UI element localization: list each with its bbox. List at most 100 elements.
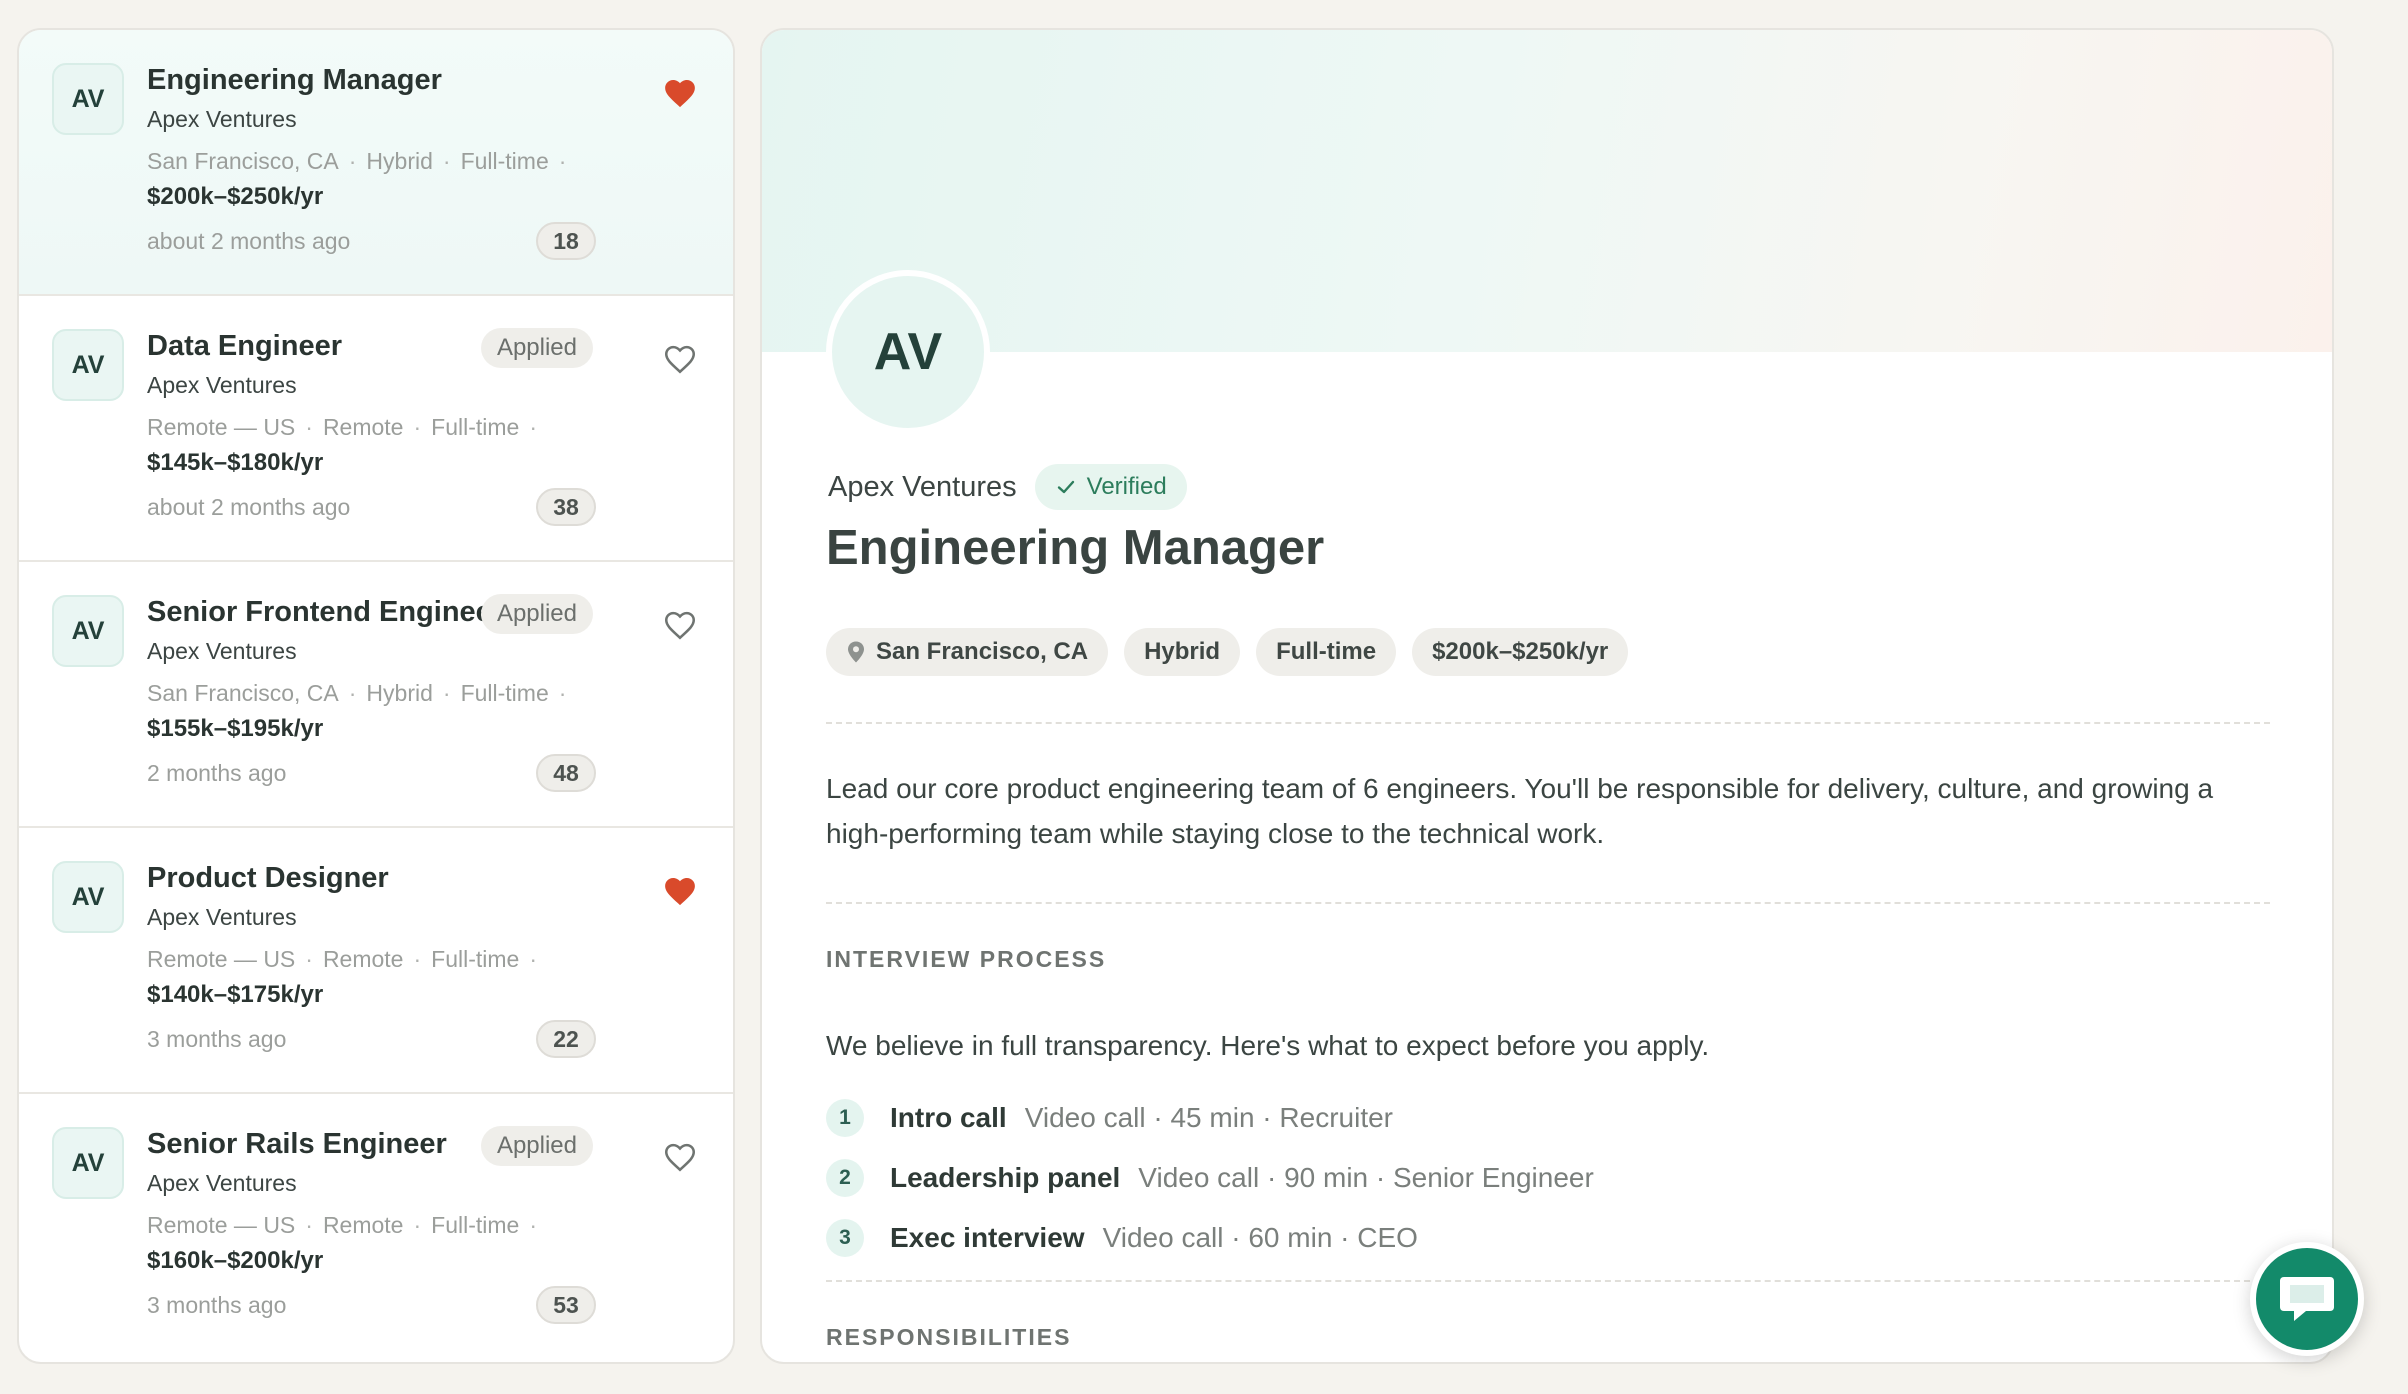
chip-work-mode: Hybrid: [1124, 628, 1241, 676]
verified-badge: Verified: [1034, 464, 1187, 510]
job-description: Lead our core product engineering team o…: [826, 773, 2214, 849]
company-logo-large: AV: [826, 270, 990, 434]
job-type: Full-time: [431, 1212, 520, 1238]
job-card[interactable]: AV Engineering Manager Apex Ventures San…: [19, 30, 733, 296]
job-card[interactable]: AV Product Designer Apex Ventures Remote…: [19, 828, 733, 1094]
step-detail: Video call · 45 min · Recruiter: [1024, 1102, 1393, 1133]
job-work-mode: Hybrid: [366, 148, 433, 174]
chip-type: Full-time: [1256, 628, 1397, 676]
chip-location: San Francisco, CA: [826, 628, 1109, 676]
divider: [826, 902, 2270, 904]
job-meta: Remote — US · Remote · Full-time ·: [147, 1212, 537, 1238]
job-work-mode: Hybrid: [366, 680, 433, 706]
count-badge: 22: [536, 1020, 596, 1058]
job-location: Remote — US: [147, 1212, 296, 1238]
posted-date: 3 months ago: [147, 1292, 287, 1318]
job-title: Senior Frontend Engineer: [147, 596, 504, 628]
posted-date: about 2 months ago: [147, 228, 351, 254]
job-salary: $145k–$180k/yr: [147, 449, 324, 476]
job-meta: San Francisco, CA · Hybrid · Full-time ·: [147, 148, 567, 174]
job-title: Engineering Manager: [147, 64, 442, 96]
company-logo: AV: [52, 329, 124, 401]
posted-date: 2 months ago: [147, 760, 287, 786]
interview-intro: We believe in full transparency. Here's …: [826, 1030, 1710, 1061]
job-list: AV Engineering Manager Apex Ventures San…: [17, 28, 735, 1364]
job-type: Full-time: [460, 148, 549, 174]
chip-salary: $200k–$250k/yr: [1412, 628, 1629, 676]
job-salary: $155k–$195k/yr: [147, 715, 324, 742]
company-name: Apex Ventures: [147, 1170, 297, 1196]
divider: [826, 722, 2270, 724]
job-location: San Francisco, CA: [147, 148, 339, 174]
job-salary: $200k–$250k/yr: [147, 183, 324, 210]
step-number: 3: [826, 1219, 864, 1257]
job-location: San Francisco, CA: [147, 680, 339, 706]
job-card[interactable]: AV Senior Rails Engineer Applied Apex Ve…: [19, 1094, 733, 1360]
job-salary: $160k–$200k/yr: [147, 1247, 324, 1274]
map-pin-icon: [848, 641, 864, 663]
job-location: Remote — US: [147, 946, 296, 972]
posted-date: 3 months ago: [147, 1026, 287, 1052]
job-card[interactable]: AV Data Engineer Applied Apex Ventures R…: [19, 296, 733, 562]
heart-outline-icon[interactable]: [663, 343, 697, 375]
job-title: Product Designer: [147, 862, 389, 894]
verified-label: Verified: [1086, 473, 1167, 500]
hero-banner: [762, 30, 2332, 352]
job-type: Full-time: [431, 946, 520, 972]
job-title: Data Engineer: [147, 330, 342, 362]
responsibilities-heading: RESPONSIBILITIES: [826, 1324, 1072, 1350]
company-name: Apex Ventures: [147, 638, 297, 664]
step-name: Intro call: [890, 1102, 1007, 1133]
interview-step: 2 Leadership panel Video call · 90 min ·…: [826, 1158, 1594, 1198]
interview-step: 1 Intro call Video call · 45 min · Recru…: [826, 1098, 1594, 1138]
job-salary: $140k–$175k/yr: [147, 981, 324, 1008]
step-number: 1: [826, 1099, 864, 1137]
divider: [826, 1280, 2270, 1282]
detail-company-name[interactable]: Apex Ventures: [828, 471, 1017, 504]
job-work-mode: Remote: [322, 1212, 404, 1238]
chat-button[interactable]: [2250, 1242, 2364, 1356]
interview-steps: 1 Intro call Video call · 45 min · Recru…: [826, 1098, 1594, 1278]
job-meta: San Francisco, CA · Hybrid · Full-time ·: [147, 680, 567, 706]
step-name: Exec interview: [890, 1222, 1085, 1253]
heart-outline-icon[interactable]: [663, 1141, 697, 1173]
heart-filled-icon[interactable]: [663, 77, 697, 109]
company-name: Apex Ventures: [147, 106, 297, 132]
applied-badge: Applied: [480, 328, 593, 368]
applied-badge: Applied: [480, 1126, 593, 1166]
company-logo: AV: [52, 595, 124, 667]
step-detail: Video call · 90 min · Senior Engineer: [1138, 1162, 1594, 1193]
chip-location-label: San Francisco, CA: [876, 638, 1089, 665]
job-title: Senior Rails Engineer: [147, 1128, 447, 1160]
chat-bubble-icon: [2280, 1277, 2334, 1321]
company-name: Apex Ventures: [147, 372, 297, 398]
job-meta: Remote — US · Remote · Full-time ·: [147, 414, 537, 440]
heart-outline-icon[interactable]: [663, 609, 697, 641]
count-badge: 53: [536, 1286, 596, 1324]
job-type: Full-time: [460, 680, 549, 706]
count-badge: 18: [536, 222, 596, 260]
company-row: Apex Ventures Verified: [828, 464, 1187, 510]
job-detail: AV Apex Ventures Verified Engineering Ma…: [760, 28, 2334, 1364]
step-number: 2: [826, 1159, 864, 1197]
job-meta: Remote — US · Remote · Full-time ·: [147, 946, 537, 972]
job-location: Remote — US: [147, 414, 296, 440]
company-logo: AV: [52, 63, 124, 135]
interview-step: 3 Exec interview Video call · 60 min · C…: [826, 1218, 1594, 1258]
company-logo: AV: [52, 861, 124, 933]
count-badge: 48: [536, 754, 596, 792]
applied-badge: Applied: [480, 594, 593, 634]
job-type: Full-time: [431, 414, 520, 440]
heart-filled-icon[interactable]: [663, 875, 697, 907]
step-name: Leadership panel: [890, 1162, 1121, 1193]
company-logo: AV: [52, 1127, 124, 1199]
checkmark-icon: [1057, 480, 1074, 494]
job-tags: San Francisco, CA Hybrid Full-time $200k…: [826, 628, 1629, 676]
count-badge: 38: [536, 488, 596, 526]
job-card[interactable]: AV Senior Frontend Engineer Applied Apex…: [19, 562, 733, 828]
interview-heading: INTERVIEW PROCESS: [826, 946, 1107, 972]
company-name: Apex Ventures: [147, 904, 297, 930]
detail-job-title: Engineering Manager: [826, 521, 1325, 575]
step-detail: Video call · 60 min · CEO: [1102, 1222, 1418, 1253]
job-work-mode: Remote: [322, 946, 404, 972]
